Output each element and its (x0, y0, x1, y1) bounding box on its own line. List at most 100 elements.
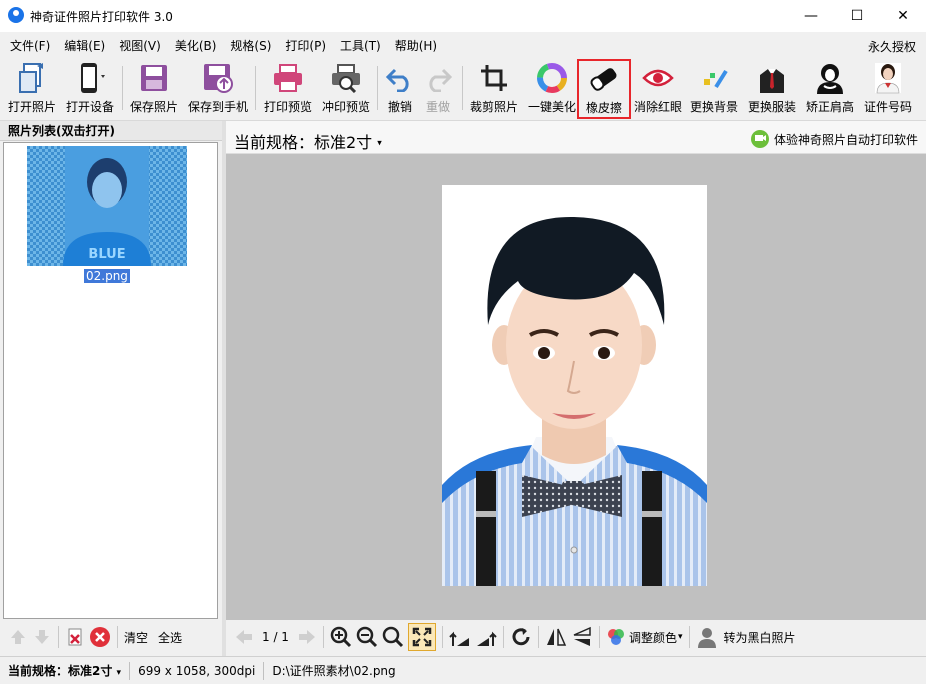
menu-file[interactable]: 文件(F) (0, 37, 57, 54)
id-portrait-icon (870, 60, 906, 96)
photo-print-preview-button[interactable]: 冲印预览 (320, 60, 372, 118)
chevron-down-icon: ▾ (677, 632, 683, 642)
zoom-in-icon (330, 626, 352, 648)
menu-print[interactable]: 打印(P) (278, 37, 333, 54)
menu-view[interactable]: 视图(V) (112, 37, 168, 54)
status-spec-dropdown[interactable]: 当前规格：标准2寸 ▾ (8, 662, 121, 679)
move-up-button[interactable] (8, 624, 28, 650)
id-photo-preview[interactable] (442, 185, 707, 586)
eraser-icon (586, 61, 622, 97)
redo-button[interactable]: 重做 (421, 60, 455, 118)
close-button[interactable]: ✕ (880, 0, 926, 32)
zoom-in-button[interactable] (330, 624, 352, 650)
open-photo-button[interactable]: 打开照片 (6, 60, 58, 118)
promo-text: 体验神奇照片自动打印软件 (773, 132, 918, 147)
remove-red-eye-button[interactable]: 消除红眼 (632, 60, 684, 118)
status-bar: 当前规格：标准2寸 ▾ 699 x 1058, 300dpi D:\证件照素材\… (0, 656, 926, 684)
change-background-button[interactable]: 更换背景 (688, 60, 740, 118)
print-preview-button[interactable]: 打印预览 (262, 60, 314, 118)
window-title: 神奇证件照片打印软件 3.0 (30, 10, 173, 24)
select-all-button[interactable]: 全选 (158, 629, 182, 646)
save-photo-button[interactable]: 保存照片 (128, 60, 180, 118)
main-toolbar: 打开照片 打开设备 保存照片 保存到手机 打印预览 冲印预览 撤销 重做 裁剪照… (0, 58, 926, 121)
preview-canvas[interactable] (226, 154, 926, 620)
red-eye-icon (640, 60, 676, 96)
prev-page-button[interactable] (234, 624, 254, 650)
flip-vertical-button[interactable] (571, 624, 593, 650)
status-divider (263, 661, 265, 680)
rotate-left-icon (449, 631, 469, 646)
move-down-button[interactable] (32, 624, 52, 650)
person-icon (697, 628, 716, 648)
delete-file-button[interactable] (65, 624, 85, 650)
arrow-up-icon (11, 630, 25, 644)
menu-tools[interactable]: 工具(T) (333, 37, 388, 54)
flip-horizontal-button[interactable] (545, 624, 567, 650)
menu-edit[interactable]: 编辑(E) (57, 37, 112, 54)
view-toolbar-divider (441, 626, 443, 648)
color-wheel-icon (534, 60, 570, 96)
title-bar: 神奇证件照片打印软件 3.0 — ☐ ✕ (0, 0, 926, 32)
menu-beautify[interactable]: 美化(B) (168, 37, 224, 54)
redo-label: 重做 (425, 100, 450, 114)
current-spec-label: 当前规格：标准2寸 (234, 133, 373, 152)
license-label[interactable]: 永久授权 (868, 38, 916, 55)
clear-button[interactable]: 清空 (124, 629, 148, 646)
footer-divider (58, 626, 59, 648)
save-to-phone-button[interactable]: 保存到手机 (186, 60, 250, 118)
open-photo-label: 打开照片 (7, 100, 56, 114)
photo-list-header: 照片列表(双击打开) (0, 121, 222, 141)
remove-red-eye-label: 消除红眼 (633, 100, 682, 114)
arrow-right-icon (298, 630, 315, 644)
undo-label: 撤销 (387, 100, 412, 114)
zoom-out-button[interactable] (356, 624, 378, 650)
view-toolbar-divider (688, 626, 690, 648)
promo-icon (750, 130, 769, 148)
chevron-down-icon: ▾ (377, 138, 382, 149)
adjust-color-button[interactable]: 调整颜色 ▾ (606, 624, 683, 650)
toolbar-divider (462, 66, 463, 110)
crop-icon (476, 60, 512, 96)
refresh-rotate-button[interactable] (510, 624, 532, 650)
rotate-left-button[interactable] (449, 624, 471, 650)
id-number-button[interactable]: 证件号码 (862, 60, 914, 118)
save-photo-label: 保存照片 (129, 100, 178, 114)
open-photo-icon (14, 60, 50, 96)
view-toolbar-divider (502, 626, 504, 648)
save-icon (136, 60, 172, 96)
remove-button[interactable] (89, 624, 111, 650)
crop-photo-label: 裁剪照片 (469, 100, 518, 114)
fit-window-button[interactable] (407, 623, 436, 651)
change-clothes-button[interactable]: 更换服装 (746, 60, 798, 118)
arrow-left-icon (236, 630, 252, 644)
photo-list[interactable]: BLUE 02.png (3, 142, 218, 619)
rotate-right-button[interactable] (475, 624, 497, 650)
spec-bar: 当前规格：标准2寸 ▾ 体验神奇照片自动打印软件 (226, 121, 926, 154)
next-page-button[interactable] (297, 624, 317, 650)
status-file-path: D:\证件照素材\02.png (272, 664, 396, 678)
printer-icon (270, 60, 306, 96)
fit-window-icon (412, 627, 432, 647)
to-black-white-button[interactable]: 转为黑白照片 (696, 624, 796, 650)
crop-photo-button[interactable]: 裁剪照片 (468, 60, 520, 118)
rotate-right-icon (476, 631, 497, 646)
status-divider (129, 661, 131, 680)
actual-size-button[interactable] (382, 624, 404, 650)
view-toolbar-divider (537, 626, 539, 648)
current-spec-dropdown[interactable]: 当前规格：标准2寸 ▾ (234, 129, 382, 153)
eraser-button[interactable]: 橡皮擦 (577, 59, 631, 119)
photo-thumbnail[interactable]: BLUE (27, 146, 187, 266)
open-device-button[interactable]: 打开设备 (62, 60, 118, 118)
maximize-button[interactable]: ☐ (834, 0, 880, 32)
thumbnail-filename[interactable]: 02.png (84, 269, 130, 283)
minimize-button[interactable]: — (788, 0, 834, 32)
correct-shoulder-button[interactable]: 矫正肩高 (804, 60, 856, 118)
undo-button[interactable]: 撤销 (383, 60, 417, 118)
menu-help[interactable]: 帮助(H) (388, 37, 444, 54)
magnifier-icon (382, 626, 404, 648)
menu-spec[interactable]: 规格(S) (223, 37, 278, 54)
promo-link[interactable]: 体验神奇照片自动打印软件 (750, 129, 918, 149)
one-click-beautify-button[interactable]: 一键美化 (526, 60, 578, 118)
view-toolbar-divider (598, 626, 600, 648)
eraser-label: 橡皮擦 (585, 101, 622, 115)
